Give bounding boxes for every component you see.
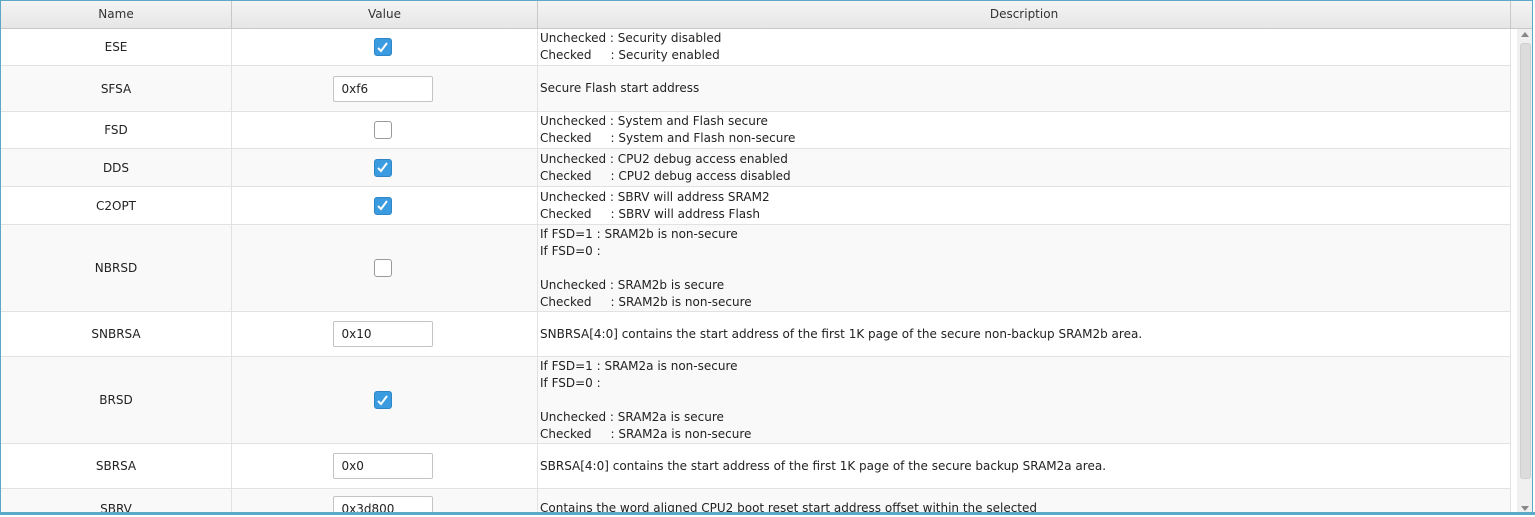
option-checkbox[interactable]: [373, 196, 392, 215]
table-row[interactable]: FSD Unchecked : System and Flash secure Ch…: [1, 112, 1511, 149]
row-value-cell: [232, 29, 538, 65]
table-row[interactable]: BRSD If FSD=1 : SRAM2a is non-secure If FS…: [1, 357, 1511, 444]
option-checkbox[interactable]: [373, 259, 392, 277]
row-value-cell: [232, 149, 538, 186]
table-row[interactable]: C2OPT Unchecked : SBRV will address SRAM2…: [1, 187, 1511, 225]
bottom-border: [0, 512, 1535, 515]
column-header-value[interactable]: Value: [232, 1, 538, 28]
row-description: SNBRSA[4:0] contains the start address o…: [538, 312, 1511, 356]
option-value-input[interactable]: [332, 75, 433, 102]
row-value-cell: [232, 444, 538, 488]
scroll-up-arrow-icon[interactable]: [1521, 32, 1529, 37]
description-line: Checked : SRAM2a is non-secure: [540, 426, 752, 441]
option-value-input[interactable]: [332, 321, 433, 347]
description-line: SBRSA[4:0] contains the start address of…: [540, 458, 1107, 473]
row-name: SBRSA: [1, 444, 232, 488]
table-row[interactable]: SBRSA SBRSA[4:0] contains the start addre…: [1, 444, 1511, 489]
row-name: SNBRSA: [1, 312, 232, 356]
column-header-description[interactable]: Description: [538, 1, 1511, 28]
description-line: Checked : SBRV will address Flash: [540, 206, 761, 221]
description-line: [540, 392, 751, 409]
row-description: Unchecked : System and Flash secure Check…: [538, 112, 1511, 148]
description-line: Checked : CPU2 debug access disabled: [540, 168, 791, 183]
row-name: NBRSD: [1, 225, 232, 311]
row-description: Unchecked : Security disabled Checked : S…: [538, 29, 1511, 65]
table-row[interactable]: ESE Unchecked : Security disabled Checked …: [1, 29, 1511, 66]
row-name: SFSA: [1, 66, 232, 111]
row-name: ESE: [1, 29, 232, 65]
description-line: Unchecked : System and Flash secure: [540, 114, 768, 128]
option-checkbox[interactable]: [373, 121, 392, 139]
row-description: If FSD=1 : SRAM2a is non-secure If FSD=0 …: [538, 357, 1511, 443]
row-description: Secure Flash start address: [538, 66, 1511, 111]
table-row[interactable]: SFSA Secure Flash start address: [1, 66, 1511, 112]
table-row[interactable]: SNBRSA SNBRSA[4:0] contains the start add…: [1, 312, 1511, 357]
row-value-cell: [232, 312, 538, 356]
description-line: Unchecked : Security disabled: [540, 31, 722, 45]
option-checkbox[interactable]: [373, 391, 392, 409]
row-name: DDS: [1, 149, 232, 186]
description-line: [540, 260, 752, 277]
description-line: If FSD=1 : SRAM2a is non-secure: [540, 358, 738, 373]
description-line: If FSD=0 :: [540, 375, 601, 390]
checkmark-icon: [377, 41, 388, 53]
description-line: SNBRSA[4:0] contains the start address o…: [540, 326, 1143, 341]
row-value-cell: [232, 225, 538, 311]
row-value-cell: [232, 187, 538, 224]
table-row[interactable]: NBRSD If FSD=1 : SRAM2b is non-secure If F…: [1, 225, 1511, 312]
description-line: Unchecked : SBRV will address SRAM2: [540, 189, 770, 204]
column-header-name[interactable]: Name: [1, 1, 232, 28]
row-name: BRSD: [1, 357, 232, 443]
description-line: Unchecked : SRAM2a is secure: [540, 409, 724, 424]
row-value-cell: [232, 66, 538, 111]
description-line: If FSD=1 : SRAM2b is non-secure: [540, 226, 738, 241]
row-description: Unchecked : SBRV will address SRAM2 Check…: [538, 187, 1511, 224]
description-line: Secure Flash start address: [540, 81, 700, 95]
table-body: ESE Unchecked : Security disabled Checked …: [1, 29, 1511, 514]
table-row[interactable]: DDS Unchecked : CPU2 debug access enabled…: [1, 149, 1511, 187]
checkmark-icon: [377, 200, 388, 211]
checkmark-icon: [377, 394, 388, 406]
row-value-cell: [232, 357, 538, 443]
description-line: Checked : Security enabled: [540, 48, 720, 62]
description-line: If FSD=0 :: [540, 243, 601, 258]
row-description: Unchecked : CPU2 debug access enabled Che…: [538, 149, 1511, 186]
option-value-input[interactable]: [332, 453, 433, 479]
description-line: Unchecked : SRAM2b is secure: [540, 277, 725, 292]
option-bytes-table: Name Value Description ESE Unchecked : Se…: [0, 0, 1533, 515]
option-checkbox[interactable]: [373, 158, 392, 177]
scroll-down-arrow-icon[interactable]: [1521, 506, 1529, 511]
row-description: SBRSA[4:0] contains the start address of…: [538, 444, 1511, 488]
row-description: If FSD=1 : SRAM2b is non-secure If FSD=0 …: [538, 225, 1511, 311]
checkmark-icon: [377, 162, 388, 173]
row-name: FSD: [1, 112, 232, 148]
description-line: Unchecked : CPU2 debug access enabled: [540, 151, 788, 166]
vertical-scrollbar[interactable]: [1517, 29, 1532, 514]
description-line: Checked : SRAM2b is non-secure: [540, 294, 752, 309]
table-header: Name Value Description: [1, 1, 1511, 29]
description-line: Checked : System and Flash non-secure: [540, 131, 796, 145]
header-corner: [1511, 1, 1532, 29]
row-name: C2OPT: [1, 187, 232, 224]
row-value-cell: [232, 112, 538, 148]
scrollbar-thumb[interactable]: [1520, 43, 1531, 479]
option-checkbox[interactable]: [373, 38, 392, 56]
